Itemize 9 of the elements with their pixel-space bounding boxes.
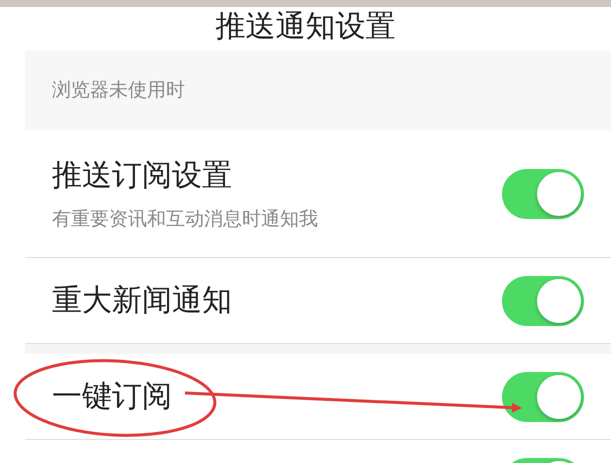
setting-label: 重大新闻通知 [52,282,232,320]
page-title: 推送通知设置 [216,9,396,44]
setting-label: 推送订阅设置 [52,157,233,195]
toggle-switch[interactable] [502,168,584,218]
toggle-switch[interactable] [502,276,584,326]
setting-description: 有重要资讯和互动消息时通知我 [52,207,318,232]
setting-label: 一键订阅 [52,378,172,416]
section-header-text: 浏览器未使用时 [52,78,185,103]
toggle-switch[interactable] [502,372,584,422]
